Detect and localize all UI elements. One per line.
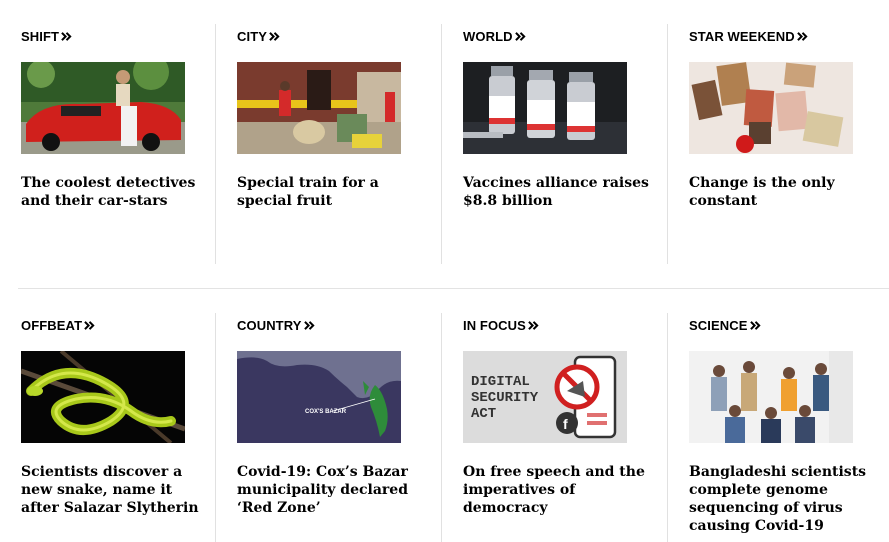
headline-country[interactable]: Covid-19: Cox’s Bazar municipality decla… <box>237 463 427 517</box>
row-divider <box>18 288 889 289</box>
section-label: STAR WEEKEND <box>689 28 795 44</box>
double-chevron-right-icon <box>514 31 526 41</box>
section-link-in-focus[interactable]: IN FOCUS <box>463 317 539 333</box>
vaccine-vials-photo[interactable] <box>463 61 627 154</box>
section-label: IN FOCUS <box>463 317 526 333</box>
car-photo-art <box>21 61 185 154</box>
double-chevron-right-icon <box>796 31 808 41</box>
news-card-star-weekend: STAR WEEKEND Change is the only constant <box>667 24 888 264</box>
section-link-offbeat[interactable]: OFFBEAT <box>21 317 95 333</box>
digital-security-graphic-art: DIGITAL SECURITY ACT f <box>463 350 627 443</box>
headline-star-weekend[interactable]: Change is the only constant <box>689 174 879 210</box>
train-mango-photo-art <box>237 61 401 154</box>
section-label: CITY <box>237 28 268 44</box>
section-label: COUNTRY <box>237 317 302 333</box>
car-photo[interactable] <box>21 61 185 154</box>
train-mango-photo[interactable] <box>237 61 401 154</box>
map-graphic-art: COX'S BAZAR <box>237 350 401 443</box>
double-chevron-right-icon <box>749 320 761 330</box>
headline-in-focus[interactable]: On free speech and the imperatives of de… <box>463 463 653 517</box>
vaccine-vials-photo-art <box>463 61 627 154</box>
section-label: SCIENCE <box>689 317 748 333</box>
section-link-science[interactable]: SCIENCE <box>689 317 761 333</box>
news-card-shift: SHIFT The coolest detectives and their c… <box>0 24 215 264</box>
headline-shift[interactable]: The coolest detectives and their car-sta… <box>21 174 211 210</box>
news-row-1: SHIFT The coolest detectives and their c… <box>0 24 889 264</box>
headline-science[interactable]: Bangladeshi scientists complete genome s… <box>689 463 879 535</box>
headline-world[interactable]: Vaccines alliance raises $8.8 billion <box>463 174 653 210</box>
green-snake-photo-art <box>21 350 185 443</box>
news-card-offbeat: OFFBEAT Scientists discover a new snake,… <box>0 313 215 542</box>
scientists-group-photo-art <box>689 350 853 443</box>
magazines-photo-art <box>689 61 853 154</box>
news-row-2: OFFBEAT Scientists discover a new snake,… <box>0 313 889 542</box>
facebook-icon: f <box>563 416 568 432</box>
section-link-city[interactable]: CITY <box>237 28 280 44</box>
double-chevron-right-icon <box>528 320 539 330</box>
headline-city[interactable]: Special train for a special fruit <box>237 174 427 210</box>
headline-offbeat[interactable]: Scientists discover a new snake, name it… <box>21 463 211 517</box>
map-label: COX'S BAZAR <box>305 409 347 415</box>
section-label: OFFBEAT <box>21 317 83 333</box>
news-card-in-focus: IN FOCUS DIGITAL SECURITY ACT f On free … <box>441 313 667 542</box>
graphic-text-line: DIGITAL <box>471 374 530 390</box>
news-card-country: COUNTRY COX'S BAZAR Covid-19: Cox’s Baza… <box>215 313 441 542</box>
news-card-world: WORLD Vaccines alliance raises $8.8 bill… <box>441 24 667 264</box>
section-label: WORLD <box>463 28 513 44</box>
news-card-city: CITY Special train for a special fruit <box>215 24 441 264</box>
section-link-country[interactable]: COUNTRY <box>237 317 315 333</box>
scientists-group-photo[interactable] <box>689 350 853 443</box>
section-link-shift[interactable]: SHIFT <box>21 28 72 44</box>
double-chevron-right-icon <box>303 320 315 330</box>
section-label: SHIFT <box>21 28 60 44</box>
double-chevron-right-icon <box>269 31 280 41</box>
news-card-science: SCIENCE Bangladeshi scientists complete <box>667 313 888 542</box>
graphic-text-line: ACT <box>471 406 496 422</box>
map-graphic[interactable]: COX'S BAZAR <box>237 350 401 443</box>
double-chevron-right-icon <box>61 31 72 41</box>
section-link-star-weekend[interactable]: STAR WEEKEND <box>689 28 808 44</box>
digital-security-graphic[interactable]: DIGITAL SECURITY ACT f <box>463 350 627 443</box>
section-link-world[interactable]: WORLD <box>463 28 526 44</box>
magazines-photo[interactable] <box>689 61 853 154</box>
double-chevron-right-icon <box>84 320 95 330</box>
green-snake-photo[interactable] <box>21 350 185 443</box>
graphic-text-line: SECURITY <box>471 390 539 406</box>
